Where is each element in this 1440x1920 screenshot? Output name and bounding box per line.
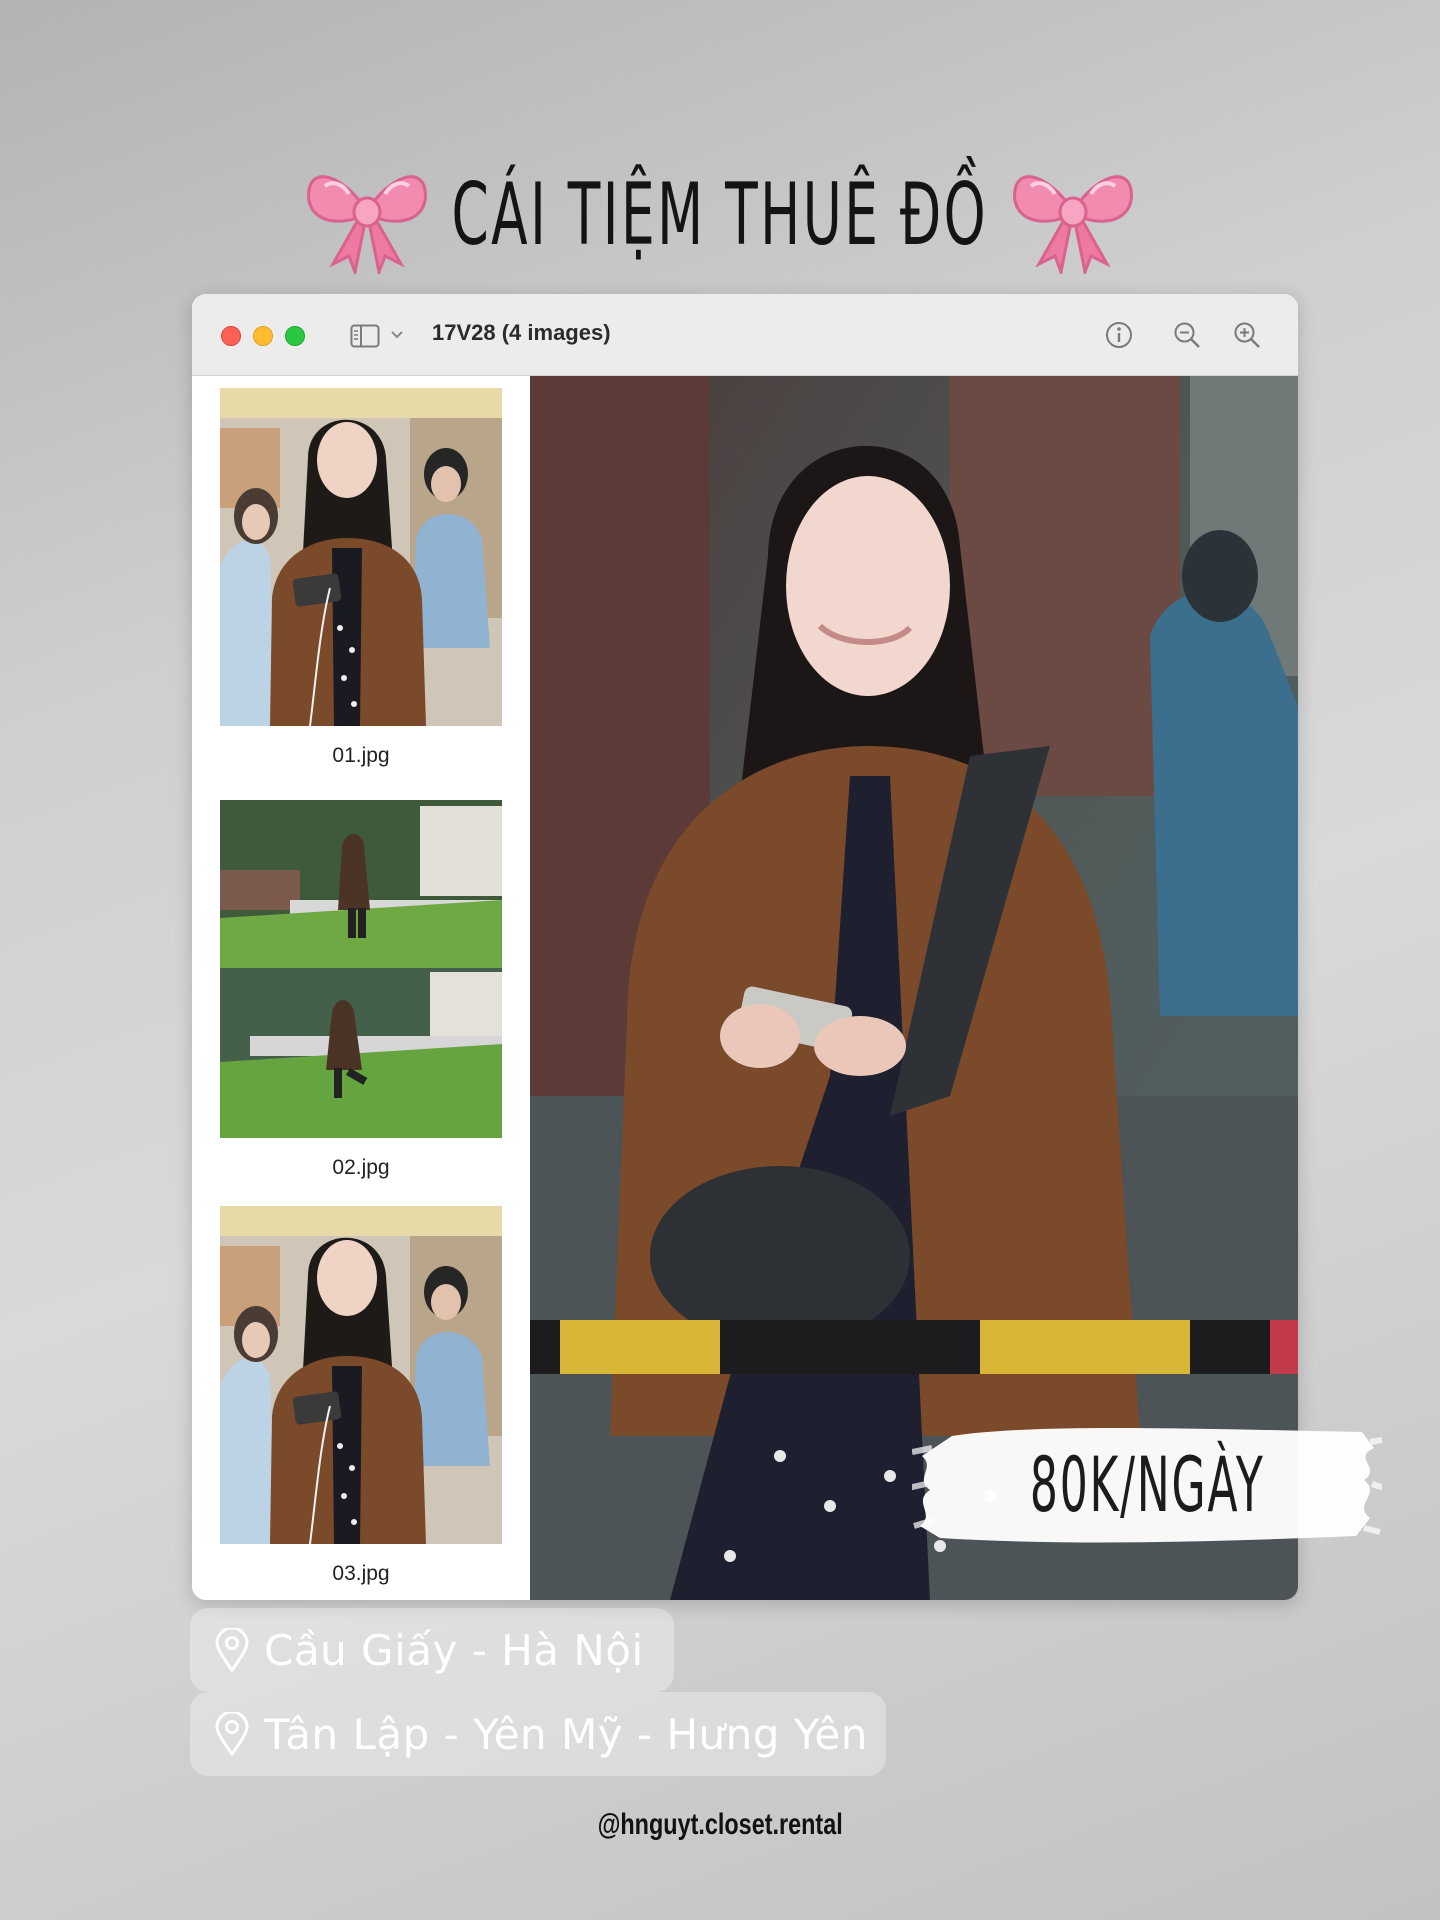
chevron-down-icon[interactable] (390, 330, 404, 340)
thumbnail-image[interactable] (220, 800, 502, 1138)
location-pin-icon (214, 1712, 250, 1756)
headline: CÁI TIỆM THUÊ ĐỒ (0, 150, 1440, 280)
location-pill: Tân Lập - Yên Mỹ - Hưng Yên (190, 1692, 886, 1776)
info-icon[interactable] (1104, 320, 1134, 350)
price-tag: 80K/NGÀY (912, 1418, 1382, 1550)
location-text: Tân Lập - Yên Mỹ - Hưng Yên (264, 1709, 868, 1759)
thumbnail-image[interactable] (220, 388, 502, 726)
maximize-button[interactable] (285, 326, 305, 346)
preview-window: 17V28 (4 images) 01.jpg 02.jpg 03.jpg (192, 294, 1298, 1600)
thumbnail-item[interactable]: 02.jpg (220, 800, 502, 1179)
price-text: 80K/NGÀY (1029, 1439, 1265, 1529)
social-handle: @hnguyt.closet.rental (0, 1808, 1440, 1842)
window-title: 17V28 (4 images) (432, 320, 611, 345)
thumbnail-label: 03.jpg (332, 1562, 390, 1585)
main-preview-image (530, 376, 1298, 1600)
minimize-button[interactable] (253, 326, 273, 346)
window-titlebar: 17V28 (4 images) (192, 294, 1298, 376)
location-text: Cầu Giấy - Hà Nội (264, 1625, 644, 1675)
pink-bow-icon (303, 156, 431, 274)
headline-text: CÁI TIỆM THUÊ ĐỒ (451, 165, 989, 265)
thumbnail-item[interactable]: 03.jpg (220, 1206, 502, 1585)
pink-bow-icon (1009, 156, 1137, 274)
social-handle-text: @hnguyt.closet.rental (597, 1808, 843, 1841)
thumbnail-image[interactable] (220, 1206, 502, 1544)
thumbnail-item[interactable]: 01.jpg (220, 388, 502, 767)
sidebar-icon[interactable] (350, 324, 380, 348)
thumbnail-label: 01.jpg (332, 744, 390, 767)
price-label: 80K/NGÀY (912, 1418, 1382, 1550)
zoom-out-icon[interactable] (1172, 320, 1202, 350)
thumbnail-label: 02.jpg (332, 1156, 390, 1179)
thumbnail-sidebar: 01.jpg 02.jpg 03.jpg (192, 376, 530, 1600)
close-button[interactable] (221, 326, 241, 346)
location-pill: Cầu Giấy - Hà Nội (190, 1608, 674, 1692)
location-pin-icon (214, 1628, 250, 1672)
zoom-in-icon[interactable] (1232, 320, 1262, 350)
